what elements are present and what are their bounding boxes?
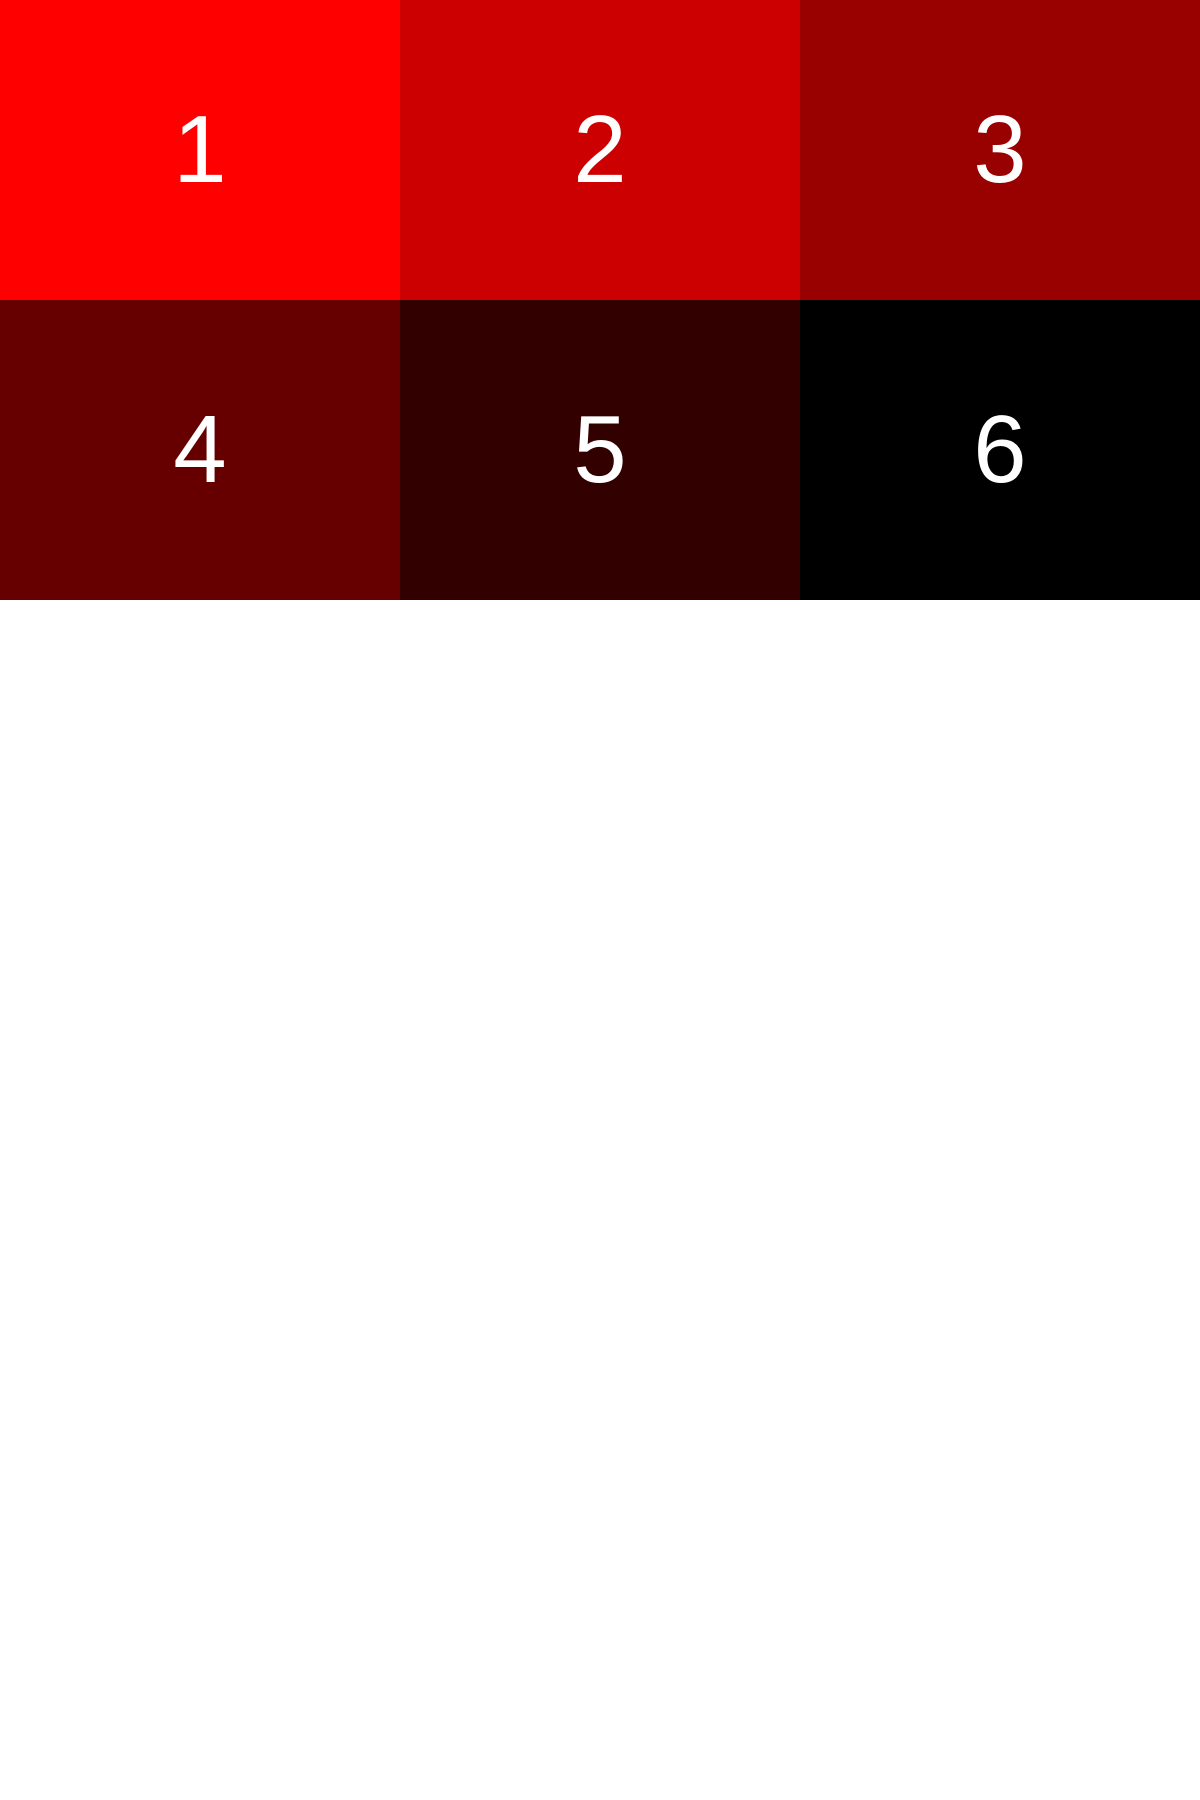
tile-5[interactable]: 5: [400, 300, 800, 600]
tile-1-label: 1: [173, 96, 227, 203]
tile-4-label: 4: [173, 396, 227, 503]
tile-6-label: 6: [973, 396, 1027, 503]
tile-2-label: 2: [573, 96, 627, 203]
tile-1[interactable]: 1: [0, 0, 400, 300]
tile-3[interactable]: 3: [800, 0, 1200, 300]
blank-area: [0, 600, 1200, 1800]
tile-5-label: 5: [573, 396, 627, 503]
tile-3-label: 3: [973, 96, 1027, 203]
tile-6[interactable]: 6: [800, 300, 1200, 600]
tile-grid: 1 2 3 4 5 6: [0, 0, 1200, 600]
tile-2[interactable]: 2: [400, 0, 800, 300]
tile-4[interactable]: 4: [0, 300, 400, 600]
